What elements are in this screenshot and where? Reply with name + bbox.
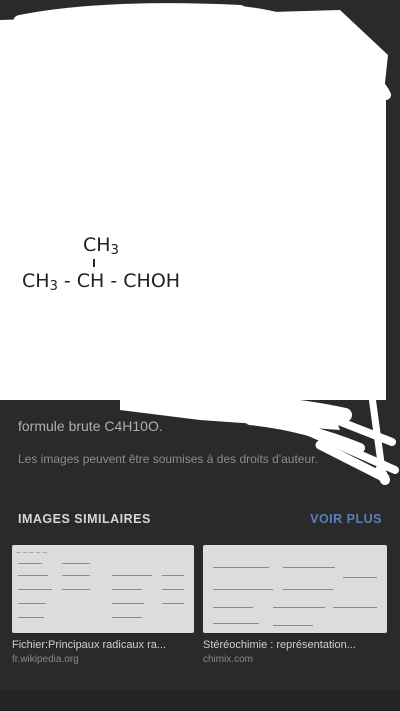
similar-image-card[interactable]: Stéréochimie : représentation... chimix.… bbox=[203, 545, 387, 665]
similar-image-title[interactable]: Stéréochimie : représentation... bbox=[203, 639, 387, 651]
similar-image-source: chimix.com bbox=[203, 654, 254, 665]
see-more-link[interactable]: VOIR PLUS bbox=[310, 512, 382, 526]
vertical-bond bbox=[93, 259, 95, 267]
similar-image-title[interactable]: Fichier:Principaux radicaux ra... bbox=[12, 639, 194, 651]
copyright-notice: Les images peuvent être soumises à des d… bbox=[18, 452, 318, 466]
similar-image-card[interactable]: — — — — — Fichier:Principaux radicaux ra… bbox=[12, 545, 194, 665]
similar-images-header: IMAGES SIMILAIRES VOIR PLUS bbox=[18, 510, 382, 530]
similar-image-thumbnail[interactable]: — — — — — bbox=[12, 545, 194, 633]
similar-images-title: IMAGES SIMILAIRES bbox=[18, 512, 151, 526]
similar-image-thumbnail[interactable] bbox=[203, 545, 387, 633]
next-results-strip bbox=[0, 690, 400, 711]
image-caption: formule brute C4H10O. bbox=[18, 418, 163, 434]
methyl-branch: CH3 bbox=[83, 234, 119, 258]
similar-image-source: fr.wikipedia.org bbox=[12, 654, 79, 665]
main-chain: CH3 - CH - CHOH bbox=[22, 270, 181, 294]
redaction-overlay bbox=[0, 3, 399, 485]
